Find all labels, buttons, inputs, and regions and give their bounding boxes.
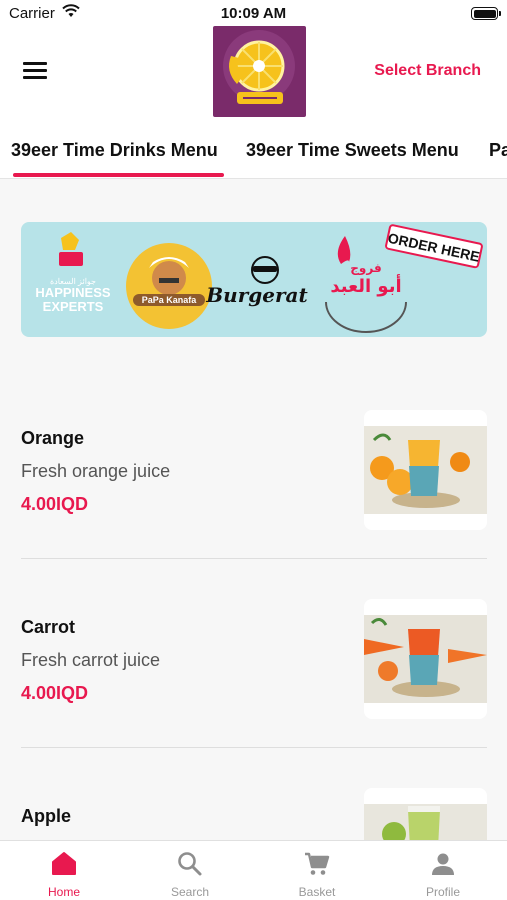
status-bar: Carrier 10:09 AM bbox=[0, 0, 507, 26]
item-divider bbox=[21, 747, 487, 748]
happiness-line2: EXPERTS bbox=[43, 299, 104, 314]
tab-home[interactable]: Home bbox=[1, 841, 127, 900]
tab-drinks-menu[interactable]: 39eer Time Drinks Menu bbox=[11, 140, 218, 161]
papa-kanafa-logo: PaPa Kanafa bbox=[126, 243, 212, 329]
orange-juice-image bbox=[364, 410, 487, 530]
happiness-line1: HAPPINESS bbox=[35, 285, 110, 300]
app-header: Select Branch bbox=[0, 26, 507, 120]
tab-basket[interactable]: Basket bbox=[254, 841, 380, 900]
tab-partial[interactable]: Pa bbox=[489, 140, 507, 161]
tab-basket-label: Basket bbox=[298, 885, 336, 899]
item-description: Fresh orange juice bbox=[21, 461, 171, 481]
carrot-juice-image bbox=[364, 599, 487, 719]
active-tab-indicator bbox=[13, 173, 224, 177]
item-price: 4.00IQD bbox=[21, 683, 89, 703]
category-tabs: 39eer Time Drinks Menu 39eer Time Sweets… bbox=[0, 120, 507, 179]
item-description: Fresh carrot juice bbox=[21, 650, 161, 670]
home-icon bbox=[52, 852, 76, 875]
item-price: 4.00IQD bbox=[21, 494, 89, 514]
svg-text:فروج: فروج bbox=[350, 261, 381, 276]
battery-icon bbox=[471, 7, 501, 20]
restaurant-logo bbox=[213, 26, 306, 117]
svg-text:PaPa Kanafa: PaPa Kanafa bbox=[142, 295, 198, 305]
menu-item-orange[interactable]: Orange Fresh orange juice 4.00IQD bbox=[0, 410, 507, 560]
svg-text:Burgerat: Burgerat bbox=[205, 283, 308, 307]
burgerat-logo: Burgerat bbox=[205, 256, 308, 307]
svg-text:أبو العبد: أبو العبد bbox=[330, 274, 401, 297]
tab-profile[interactable]: Profile bbox=[380, 841, 506, 900]
order-here-stamp: ORDER HERE bbox=[385, 224, 483, 269]
select-branch-button[interactable]: Select Branch bbox=[374, 62, 481, 80]
tab-sweets-menu[interactable]: 39eer Time Sweets Menu bbox=[246, 140, 459, 161]
tab-home-label: Home bbox=[47, 885, 80, 899]
tab-search-label: Search bbox=[170, 885, 210, 899]
happiness-experts-logo: جوائز السعادة HAPPINESS EXPERTS bbox=[35, 232, 111, 314]
tab-search[interactable]: Search bbox=[127, 841, 253, 900]
clock: 10:09 AM bbox=[220, 5, 287, 22]
promo-banner[interactable]: جوائز السعادة HAPPINESS EXPERTS PaPa Kan… bbox=[21, 222, 487, 337]
hamburger-menu-button[interactable] bbox=[23, 62, 47, 82]
person-icon bbox=[432, 853, 454, 875]
tab-profile-label: Profile bbox=[425, 885, 460, 899]
item-divider bbox=[21, 558, 487, 559]
item-name: Carrot bbox=[21, 617, 76, 637]
cart-icon bbox=[305, 852, 330, 875]
item-name: Orange bbox=[21, 428, 85, 448]
item-name: Apple bbox=[21, 806, 72, 826]
search-icon bbox=[178, 852, 202, 876]
menu-item-carrot[interactable]: Carrot Fresh carrot juice 4.00IQD bbox=[0, 599, 507, 749]
bottom-tab-bar: Home Search Basket Profile bbox=[0, 840, 507, 900]
